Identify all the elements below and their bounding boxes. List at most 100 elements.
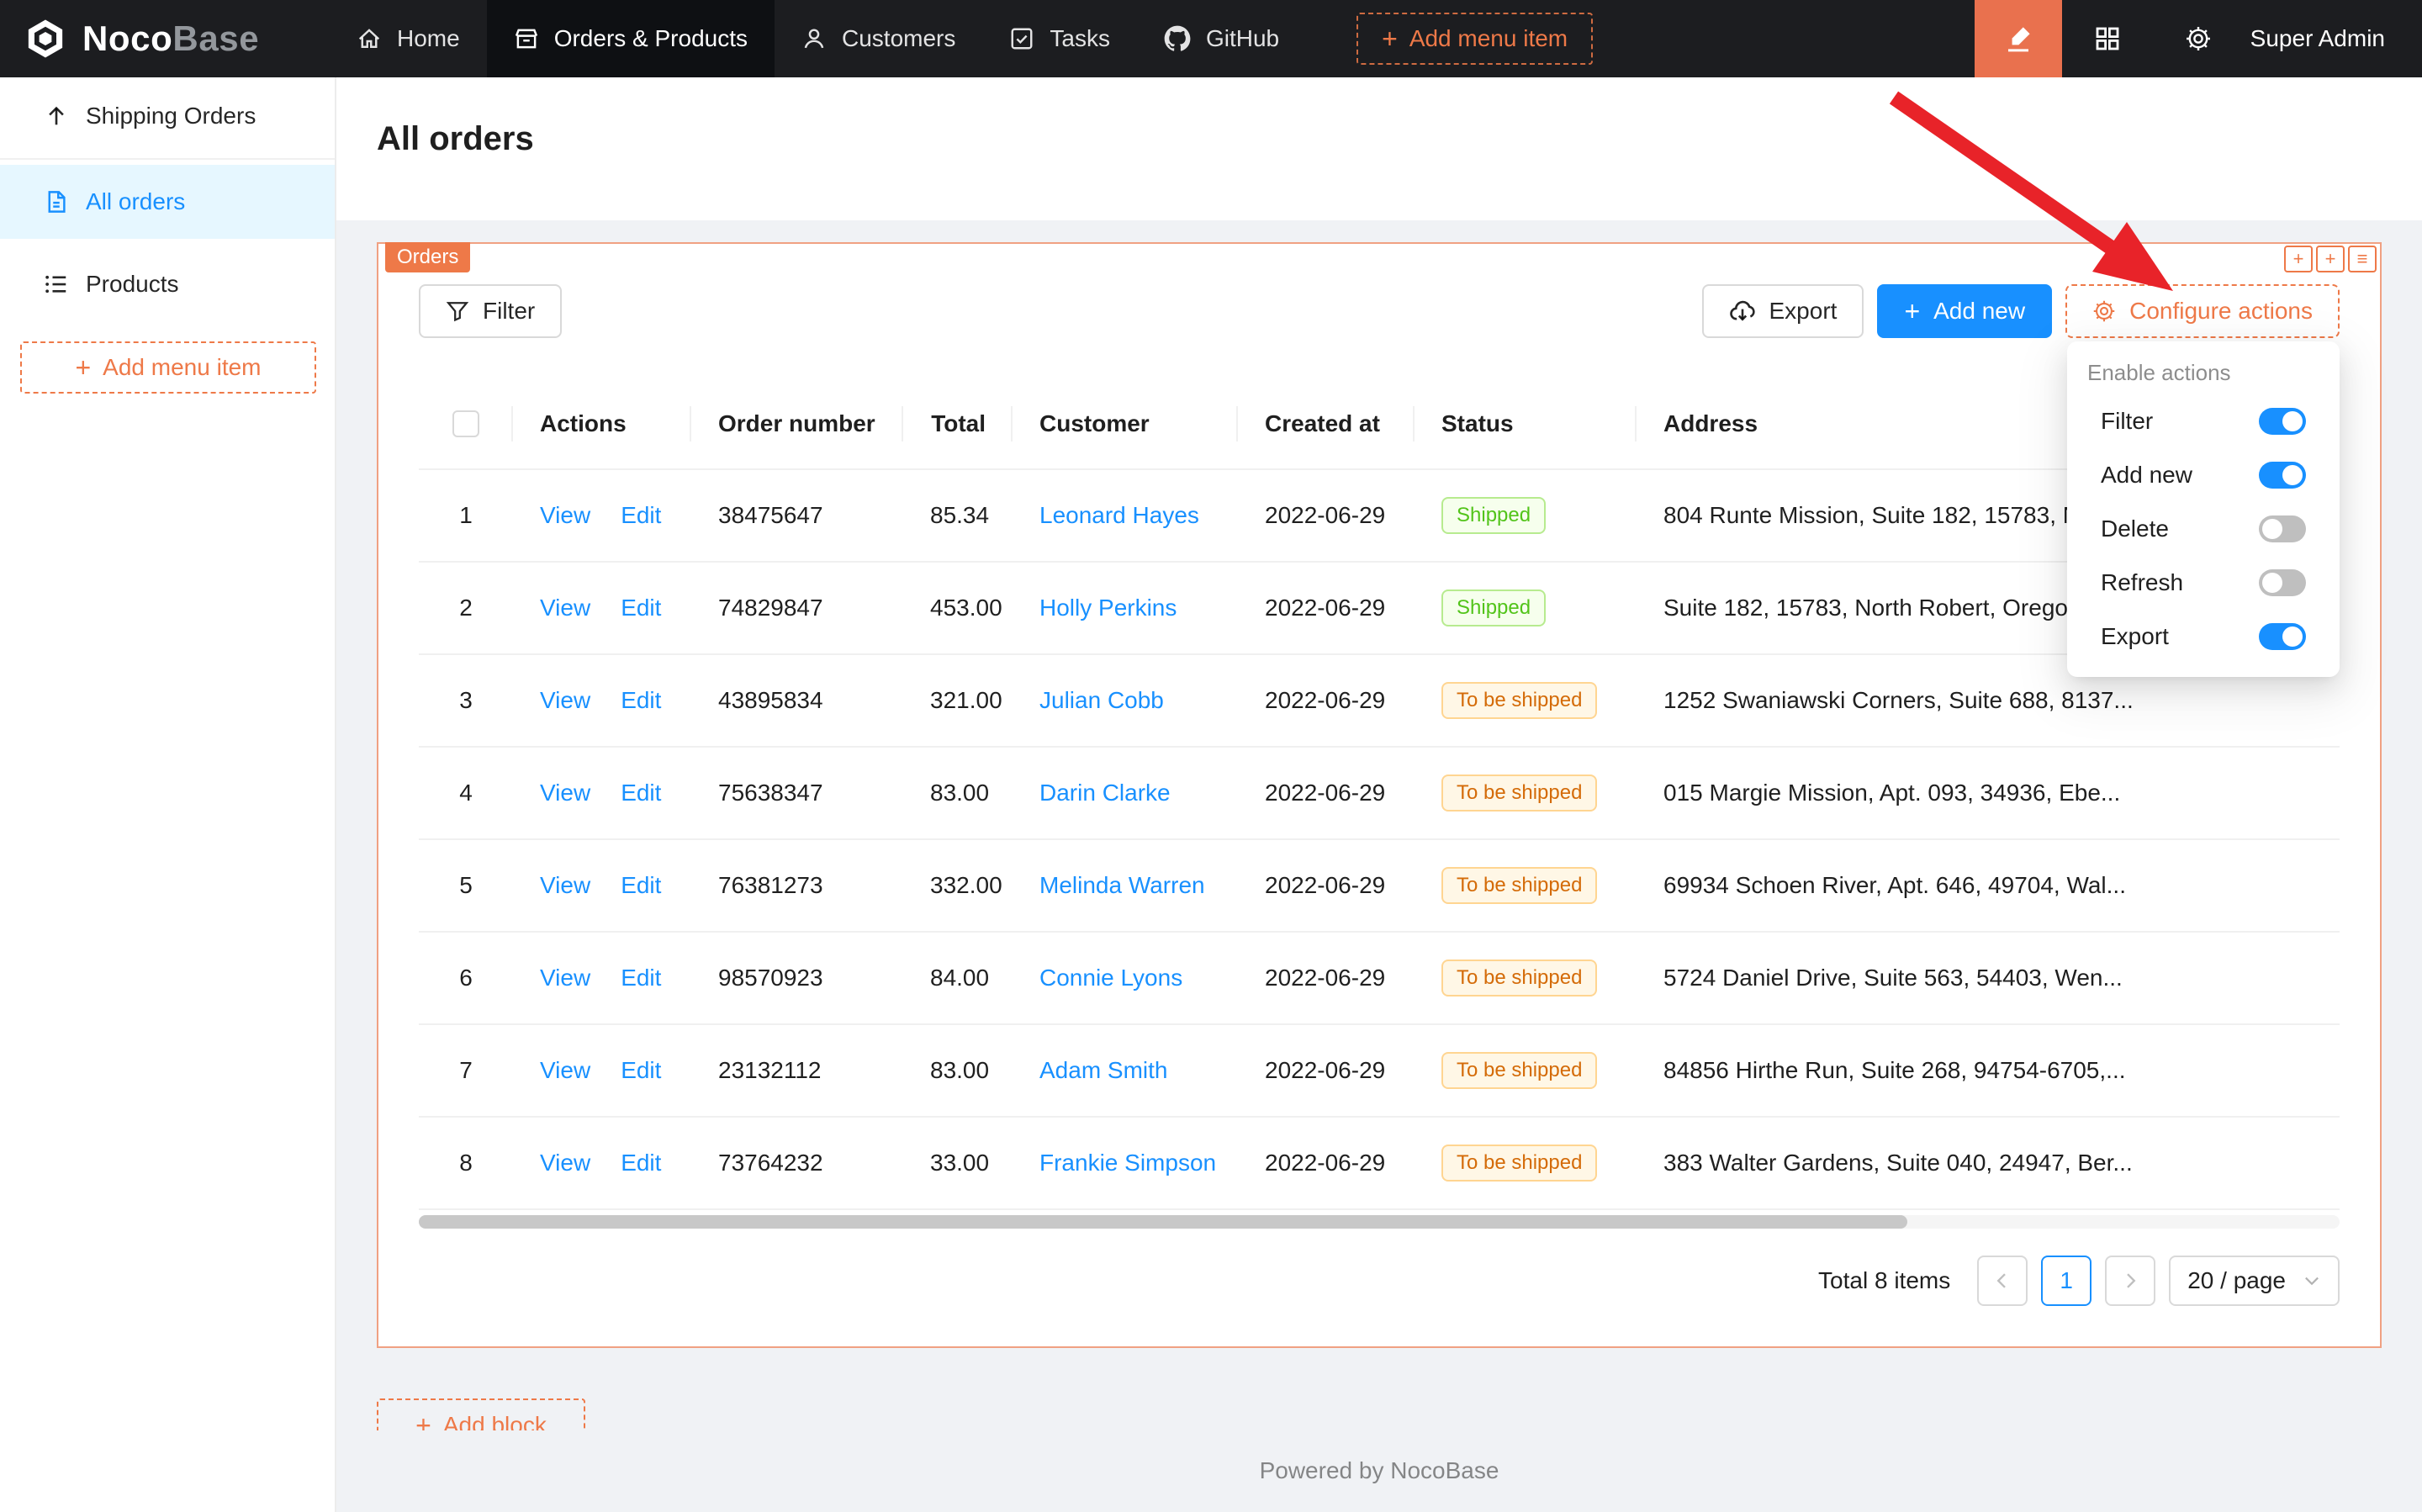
add-block-button[interactable]: + Add block (377, 1398, 585, 1430)
order-number-cell: 74829847 (691, 562, 903, 654)
nocobase-logo[interactable]: NocoBase (24, 17, 330, 61)
plugins-grid-button[interactable] (2062, 0, 2153, 77)
enable-action-refresh[interactable]: Refresh (2067, 556, 2340, 610)
nav-item-orders-products[interactable]: Orders & Products (487, 0, 775, 77)
customer-link[interactable]: Darin Clarke (1039, 780, 1171, 806)
table-row: 1ViewEdit3847564785.34Leonard Hayes2022-… (419, 469, 2340, 562)
block-add-icon[interactable]: + (2284, 246, 2313, 272)
logo-text: NocoBase (82, 19, 259, 59)
view-link[interactable]: View (540, 502, 590, 528)
view-link[interactable]: View (540, 872, 590, 898)
edit-link[interactable]: Edit (621, 1057, 661, 1083)
view-link[interactable]: View (540, 780, 590, 806)
status-badge: Shipped (1441, 497, 1546, 534)
table-toolbar: Filter Export + Add new (419, 284, 2340, 338)
customer-link[interactable]: Holly Perkins (1039, 595, 1177, 621)
view-link[interactable]: View (540, 595, 590, 621)
enable-action-filter[interactable]: Filter (2067, 394, 2340, 448)
created-at-cell: 2022-06-29 (1238, 747, 1415, 839)
user-menu[interactable]: Super Admin (2250, 25, 2385, 52)
sidebar-add-menu-item-button[interactable]: + Add menu item (20, 341, 316, 394)
view-link[interactable]: View (540, 1150, 590, 1176)
row-index-cell: 1 (419, 469, 513, 562)
status-badge: To be shipped (1441, 775, 1597, 812)
pen-icon (2003, 24, 2033, 54)
dropdown-title: Enable actions (2067, 352, 2340, 394)
enable-action-export[interactable]: Export (2067, 610, 2340, 663)
customer-cell: Connie Lyons (1013, 932, 1238, 1024)
dropdown-items: FilterAdd newDeleteRefreshExport (2067, 394, 2340, 663)
edit-link[interactable]: Edit (621, 502, 661, 528)
created-at-cell: 2022-06-29 (1238, 1024, 1415, 1117)
row-index-cell: 6 (419, 932, 513, 1024)
block-add-icon-2[interactable]: + (2316, 246, 2345, 272)
customer-link[interactable]: Julian Cobb (1039, 687, 1164, 713)
pagination-page-1-button[interactable]: 1 (2041, 1256, 2091, 1306)
edit-link[interactable]: Edit (621, 595, 661, 621)
sidebar-item-products[interactable]: Products (0, 247, 335, 321)
customer-link[interactable]: Leonard Hayes (1039, 502, 1199, 528)
created-at-cell: 2022-06-29 (1238, 1117, 1415, 1209)
export-button[interactable]: Export (1702, 284, 1864, 338)
horizontal-scrollbar-thumb[interactable] (419, 1215, 1907, 1229)
nav-item-tasks[interactable]: Tasks (982, 0, 1137, 77)
view-link[interactable]: View (540, 687, 590, 713)
created-at-cell: 2022-06-29 (1238, 839, 1415, 932)
block-designer-tag: Orders (385, 242, 470, 272)
select-all-checkbox[interactable] (452, 410, 479, 437)
column-header-created-at: Created at (1238, 378, 1415, 469)
edit-link[interactable]: Edit (621, 872, 661, 898)
column-header-status: Status (1415, 378, 1637, 469)
content-area: Orders + + ≡ Filter (336, 220, 2422, 1512)
row-index-cell: 4 (419, 747, 513, 839)
view-link[interactable]: View (540, 965, 590, 991)
customer-link[interactable]: Frankie Simpson (1039, 1150, 1216, 1176)
settings-button[interactable] (2153, 0, 2244, 77)
toggle-export[interactable] (2259, 623, 2306, 650)
toggle-delete[interactable] (2259, 515, 2306, 542)
edit-link[interactable]: Edit (621, 1150, 661, 1176)
enable-action-delete[interactable]: Delete (2067, 502, 2340, 556)
actions-cell: View Edit (513, 839, 691, 932)
toolbar-right-group: Export + Add new Configure actions (1702, 284, 2340, 338)
customer-cell: Darin Clarke (1013, 747, 1238, 839)
total-cell: 83.00 (903, 1024, 1013, 1117)
sidebar-item-shipping-orders[interactable]: Shipping Orders (0, 79, 335, 153)
edit-link[interactable]: Edit (621, 687, 661, 713)
pagination-prev-button[interactable] (1977, 1256, 2028, 1306)
page-size-select[interactable]: 20 / page (2169, 1256, 2340, 1306)
add-new-button[interactable]: + Add new (1877, 284, 2052, 338)
pagination-next-button[interactable] (2105, 1256, 2155, 1306)
app-root: NocoBase HomeOrders & ProductsCustomers T… (0, 0, 2422, 1512)
orders-file-icon (44, 189, 69, 214)
filter-button[interactable]: Filter (419, 284, 562, 338)
header-add-menu-item-button[interactable]: + Add menu item (1356, 13, 1593, 65)
customer-link[interactable]: Adam Smith (1039, 1057, 1168, 1083)
toggle-filter[interactable] (2259, 408, 2306, 435)
status-cell: To be shipped (1415, 654, 1637, 747)
chevron-left-icon (1992, 1271, 2012, 1291)
order-number-cell: 23132112 (691, 1024, 903, 1117)
customer-link[interactable]: Connie Lyons (1039, 965, 1182, 991)
toggle-refresh[interactable] (2259, 569, 2306, 596)
nav-item-github[interactable]: GitHub (1137, 0, 1306, 77)
nav-item-home[interactable]: Home (330, 0, 487, 77)
sidebar-item-all-orders[interactable]: All orders (0, 165, 335, 239)
enable-actions-dropdown: Enable actions FilterAdd newDeleteRefres… (2067, 341, 2340, 677)
edit-link[interactable]: Edit (621, 965, 661, 991)
sidebar-menu: Shipping Orders All orders Products (0, 79, 335, 321)
status-badge: Shipped (1441, 589, 1546, 626)
page-header: All orders (336, 77, 2422, 220)
edit-link[interactable]: Edit (621, 780, 661, 806)
toggle-add-new[interactable] (2259, 462, 2306, 489)
order-number-cell: 73764232 (691, 1117, 903, 1209)
block-menu-icon[interactable]: ≡ (2348, 246, 2377, 272)
ui-editor-button[interactable] (1975, 0, 2062, 77)
nav-item-label: Tasks (1050, 25, 1110, 52)
enable-action-add-new[interactable]: Add new (2067, 448, 2340, 502)
configure-actions-button[interactable]: Configure actions (2065, 284, 2340, 338)
nav-item-customers[interactable]: Customers (775, 0, 982, 77)
view-link[interactable]: View (540, 1057, 590, 1083)
customer-link[interactable]: Melinda Warren (1039, 872, 1205, 898)
status-badge: To be shipped (1441, 960, 1597, 997)
